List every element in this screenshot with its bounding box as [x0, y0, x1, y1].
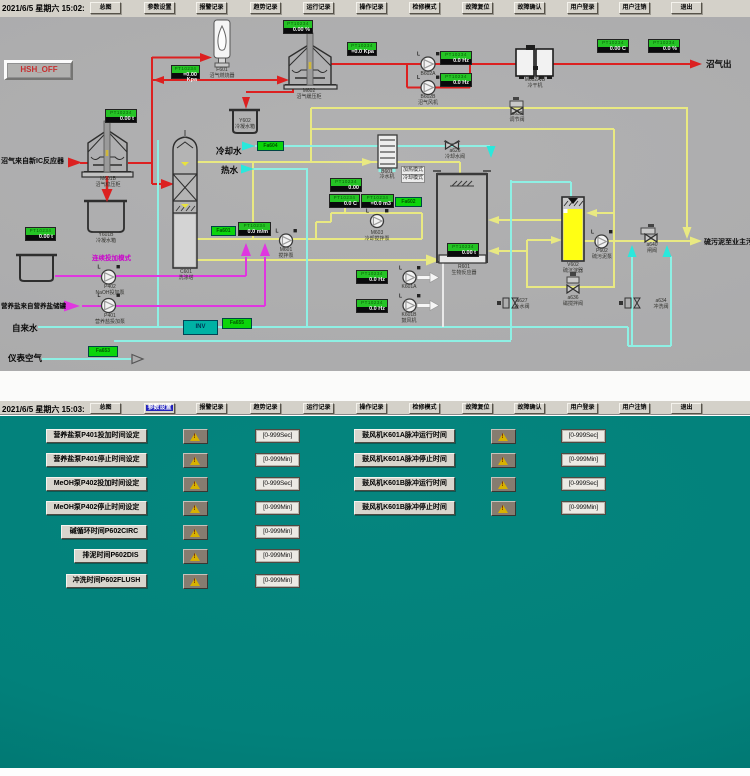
svg-text:L: L	[591, 230, 594, 236]
svg-text:L: L	[366, 209, 369, 215]
svg-text:L: L	[276, 229, 279, 235]
svg-text:L: L	[399, 294, 402, 300]
svg-text:L: L	[399, 266, 402, 272]
svg-text:L: L	[98, 265, 101, 271]
svg-text:L: L	[417, 52, 420, 58]
